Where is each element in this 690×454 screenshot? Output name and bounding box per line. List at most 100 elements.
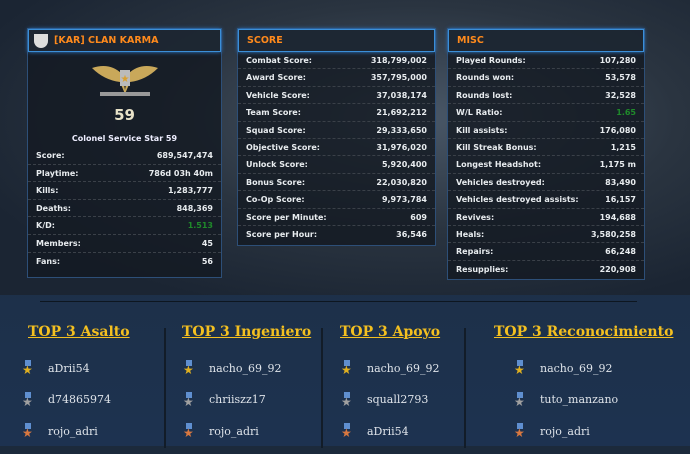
stat-value: 83,490 xyxy=(605,177,636,187)
stat-label: Kills: xyxy=(36,186,59,196)
stat-value: 107,280 xyxy=(599,56,636,65)
stat-value: 5,920,400 xyxy=(381,160,427,170)
column-divider xyxy=(321,328,323,448)
player-name[interactable]: squall2793 xyxy=(367,393,428,406)
stat-value: 37,038,174 xyxy=(376,90,427,100)
stat-row: Vehicle Score: 37,038,174 xyxy=(238,87,435,105)
bronze-medal-icon: ★ xyxy=(183,423,195,439)
player-entry: ★ rojo_adri xyxy=(514,423,590,439)
stat-row: Unlock Score: 5,920,400 xyxy=(238,156,435,174)
stat-label: Deaths: xyxy=(36,203,71,213)
stat-value: 786d 03h 40m xyxy=(148,168,213,178)
stat-row: Objective Score: 31,976,020 xyxy=(238,139,435,157)
stat-label: Score per Minute: xyxy=(246,212,327,222)
stat-label: Bonus Score: xyxy=(246,177,306,187)
stat-row: Resupplies: 220,908 xyxy=(448,261,644,278)
stat-row: Score per Hour: 36,546 xyxy=(238,226,435,243)
stat-label: Squad Score: xyxy=(246,125,306,135)
player-entry: ★ aDrii54 xyxy=(22,360,90,376)
silver-medal-icon: ★ xyxy=(341,391,353,408)
stat-value: 194,688 xyxy=(599,212,636,222)
player-entry: ★ rojo_adri xyxy=(183,423,259,439)
clan-emblem-icon xyxy=(34,33,48,48)
stat-label: Award Score: xyxy=(246,73,307,83)
stat-label: Score: xyxy=(36,151,65,160)
stat-value: 220,908 xyxy=(599,264,636,274)
player-name[interactable]: rojo_adri xyxy=(48,425,98,438)
stat-row: Revives: 194,688 xyxy=(448,209,644,226)
player-entry: ★ chriiszz17 xyxy=(183,391,266,408)
stat-value: 21,692,212 xyxy=(376,108,427,118)
stat-value: 56 xyxy=(201,256,213,266)
player-name[interactable]: aDrii54 xyxy=(367,425,409,438)
stat-label: Heals: xyxy=(456,229,485,239)
stat-value: 1,175 m xyxy=(599,160,636,170)
stat-row: Co-Op Score: 9,973,784 xyxy=(238,191,435,209)
stat-value: 689,547,474 xyxy=(156,151,213,160)
gold-medal-icon: ★ xyxy=(514,360,526,376)
stat-value: 609 xyxy=(410,212,427,222)
score-panel: SCORE Combat Score: 318,799,002 Award Scor… xyxy=(237,28,436,246)
stat-label: Score per Hour: xyxy=(246,229,318,239)
stat-label: Revives: xyxy=(456,212,495,222)
clan-panel: [KAR] CLAN KARMA ★ 59 Colonel Service St… xyxy=(27,28,222,278)
player-entry: ★ d74865974 xyxy=(22,391,111,408)
stat-label: Co-Op Score: xyxy=(246,195,305,205)
player-name[interactable]: rojo_adri xyxy=(209,425,259,438)
clan-name: [KAR] CLAN KARMA xyxy=(54,35,159,46)
stat-row: Kills: 1,283,777 xyxy=(28,182,221,200)
stat-label: Team Score: xyxy=(246,108,301,118)
stat-label: Longest Headshot: xyxy=(456,160,542,170)
stat-value: 22,030,820 xyxy=(376,177,427,187)
stat-value: 1,283,777 xyxy=(167,186,213,196)
player-entry: ★ rojo_adri xyxy=(22,423,98,439)
stat-row: Squad Score: 29,333,650 xyxy=(238,122,435,139)
stat-row: Longest Headshot: 1,175 m xyxy=(448,156,644,174)
silver-medal-icon: ★ xyxy=(22,391,34,408)
gold-medal-icon: ★ xyxy=(183,360,195,376)
player-name[interactable]: chriiszz17 xyxy=(209,393,266,406)
gold-medal-icon: ★ xyxy=(341,360,353,376)
player-name[interactable]: nacho_69_92 xyxy=(209,362,282,375)
stat-value: 16,157 xyxy=(605,195,636,205)
column-divider xyxy=(164,328,166,448)
bronze-medal-icon: ★ xyxy=(514,423,526,439)
silver-medal-icon: ★ xyxy=(183,391,195,408)
column-divider xyxy=(464,328,466,448)
stat-value: 53,578 xyxy=(605,73,636,83)
stat-value: 36,546 xyxy=(396,229,427,239)
stat-row: Team Score: 21,692,212 xyxy=(238,104,435,122)
player-entry: ★ aDrii54 xyxy=(341,423,409,439)
stat-label: Vehicles destroyed assists: xyxy=(456,195,579,205)
stat-label: Combat Score: xyxy=(246,56,313,65)
stat-value: 176,080 xyxy=(599,125,636,135)
stat-row: Fans: 56 xyxy=(28,253,221,271)
stat-row: Combat Score: 318,799,002 xyxy=(238,52,435,70)
player-name[interactable]: aDrii54 xyxy=(48,362,90,375)
bronze-medal-icon: ★ xyxy=(22,423,34,439)
stat-value: 3,580,258 xyxy=(590,229,636,239)
svg-text:★: ★ xyxy=(120,74,129,85)
player-name[interactable]: rojo_adri xyxy=(540,425,590,438)
stat-value: 848,369 xyxy=(176,203,213,213)
stat-row: Vehicles destroyed: 83,490 xyxy=(448,174,644,192)
player-name[interactable]: nacho_69_92 xyxy=(540,362,613,375)
stat-label: Rounds won: xyxy=(456,73,515,83)
player-name[interactable]: d74865974 xyxy=(48,393,111,406)
player-name[interactable]: tuto_manzano xyxy=(540,393,618,406)
stat-value: 318,799,002 xyxy=(370,56,427,65)
divider xyxy=(40,301,637,302)
rank-insignia-icon: ★ xyxy=(90,60,160,104)
stat-label: Resupplies: xyxy=(456,264,509,274)
player-name[interactable]: nacho_69_92 xyxy=(367,362,440,375)
clan-header: [KAR] CLAN KARMA xyxy=(28,29,221,52)
player-entry: ★ nacho_69_92 xyxy=(514,360,613,376)
stat-row: Heals: 3,580,258 xyxy=(448,226,644,244)
stat-label: Vehicles destroyed: xyxy=(456,177,545,187)
stat-value: 1.65 xyxy=(616,108,636,118)
stat-row: Repairs: 66,248 xyxy=(448,243,644,261)
stat-row: Deaths: 848,369 xyxy=(28,200,221,218)
stat-row: Bonus Score: 22,030,820 xyxy=(238,174,435,192)
misc-header: MISC xyxy=(448,29,644,52)
rank-name: Colonel Service Star 59 xyxy=(71,134,178,143)
